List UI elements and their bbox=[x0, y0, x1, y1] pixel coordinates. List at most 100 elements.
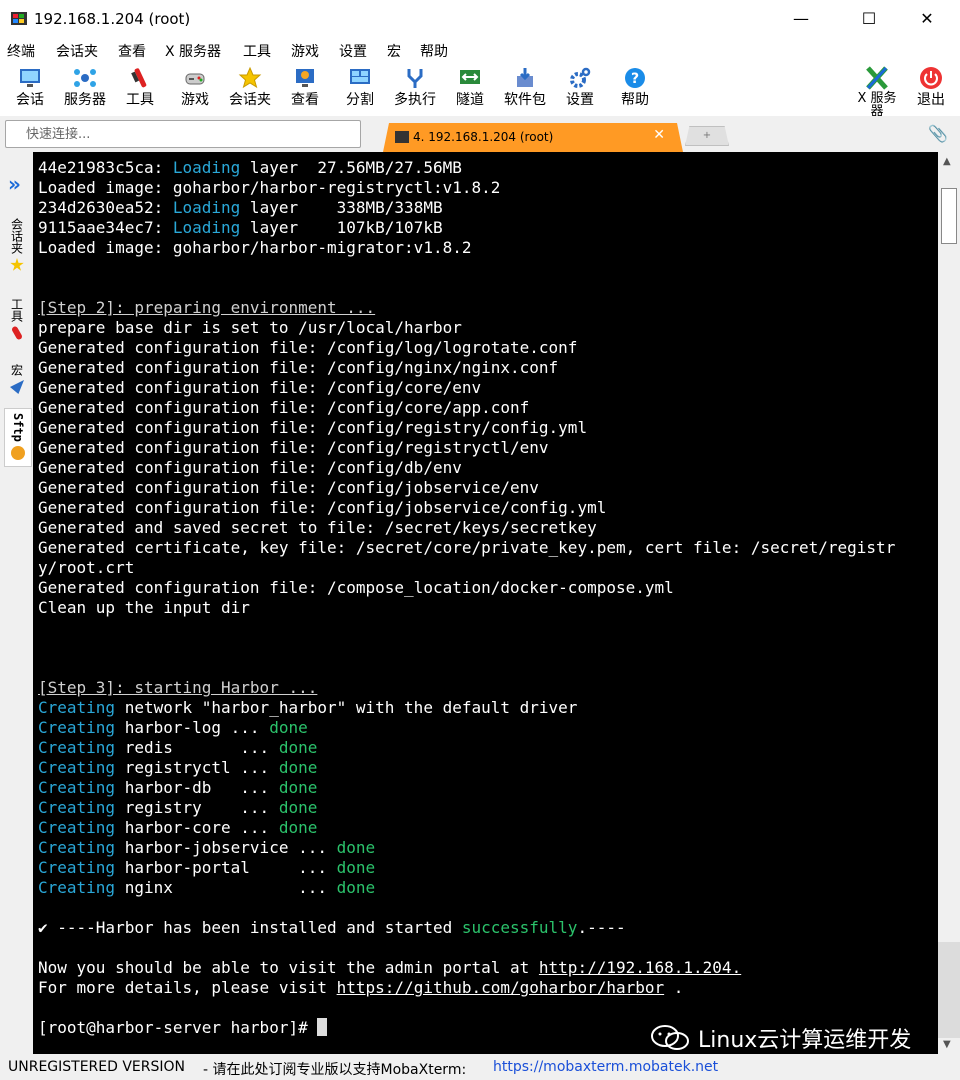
split-button[interactable]: 分割 bbox=[333, 66, 387, 108]
minimize-button[interactable]: — bbox=[778, 0, 824, 38]
favorites-button[interactable]: 会话夹 bbox=[223, 66, 277, 108]
x-server-icon bbox=[866, 66, 888, 90]
settings-button[interactable]: 设置 bbox=[553, 66, 607, 108]
tools-button[interactable]: 工具 bbox=[113, 66, 167, 108]
menu-terminal[interactable]: 终端 bbox=[7, 41, 35, 61]
servers-button[interactable]: 服务器 bbox=[58, 66, 112, 108]
terminal-line: Creating harbor-log ... done bbox=[38, 718, 308, 737]
terminal-line: Generated configuration file: /config/jo… bbox=[38, 478, 539, 497]
scrollbar-thumb[interactable] bbox=[941, 188, 957, 244]
tab-row: 4. 192.168.1.204 (root) ✕ + bbox=[0, 116, 960, 152]
step3-heading: [Step 3]: starting Harbor ... bbox=[38, 678, 318, 697]
close-window-button[interactable]: ✕ bbox=[904, 0, 950, 38]
new-tab-button[interactable]: + bbox=[685, 126, 729, 146]
terminal-line: Generated configuration file: /config/re… bbox=[38, 418, 588, 437]
servers-label: 服务器 bbox=[64, 92, 106, 108]
tab-session-4[interactable]: 4. 192.168.1.204 (root) ✕ bbox=[383, 123, 683, 152]
unregistered-label: UNREGISTERED VERSION bbox=[8, 1059, 186, 1075]
title-bar: 192.168.1.204 (root) — ☐ ✕ bbox=[0, 0, 960, 38]
window-title: 192.168.1.204 (root) bbox=[34, 10, 191, 28]
help-icon: ? bbox=[625, 68, 645, 88]
tab-close-icon[interactable]: ✕ bbox=[653, 127, 665, 143]
terminal-cursor bbox=[317, 1018, 328, 1036]
exit-label: 退出 bbox=[917, 92, 945, 108]
quick-connect-input[interactable] bbox=[6, 121, 348, 147]
terminal-line: 9115aae34ec7: Loading layer 107kB/107kB bbox=[38, 218, 443, 237]
menu-xserver[interactable]: X 服务器 bbox=[165, 41, 221, 61]
toolbar: 会话 服务器 工具 游戏 会话夹 查看 分割 多执行 隧道 软件包 设置 ? 帮… bbox=[0, 62, 960, 118]
sidebar-tab-favorites[interactable]: 会话夹 bbox=[4, 218, 30, 272]
package-icon bbox=[517, 68, 533, 87]
watermark: Linux云计算运维开发 bbox=[650, 1020, 940, 1054]
view-button[interactable]: 查看 bbox=[278, 66, 332, 108]
admin-portal-link[interactable]: http://192.168.1.204. bbox=[539, 958, 741, 977]
terminal-line: Generated configuration file: /config/db… bbox=[38, 458, 462, 477]
menu-settings[interactable]: 设置 bbox=[339, 41, 367, 61]
sidebar-tab-tools-label: 工具 bbox=[9, 298, 24, 322]
gamepad-icon bbox=[185, 73, 205, 85]
tunneling-button[interactable]: 隧道 bbox=[443, 66, 497, 108]
exit-button[interactable]: 退出 bbox=[904, 66, 958, 108]
menu-tools[interactable]: 工具 bbox=[243, 41, 271, 61]
left-sidebar: » 会话夹 工具 宏 Sftp bbox=[0, 152, 34, 1054]
terminal-line: Generated configuration file: /config/co… bbox=[38, 378, 482, 397]
subscribe-message: - 请在此处订阅专业版以支持MobaXterm: bbox=[203, 1062, 467, 1078]
step2-heading: [Step 2]: preparing environment ... bbox=[38, 298, 376, 317]
split-icon bbox=[350, 69, 370, 84]
terminal-line: Creating harbor-core ... done bbox=[38, 818, 318, 837]
watermark-text: Linux云计算运维开发 bbox=[698, 1028, 912, 1053]
session-button[interactable]: 会话 bbox=[3, 66, 57, 108]
terminal-line: Creating harbor-db ... done bbox=[38, 778, 318, 797]
terminal-line: Generated configuration file: /config/lo… bbox=[38, 338, 578, 357]
terminal-line: For more details, please visit https://g… bbox=[38, 978, 684, 997]
tools-icon bbox=[10, 325, 24, 341]
sftp-icon bbox=[11, 445, 25, 460]
mobaxterm-link[interactable]: https://mobaxterm.mobatek.net bbox=[493, 1059, 718, 1075]
quick-connect bbox=[5, 120, 361, 148]
xserver-button[interactable]: X 服务 器 bbox=[849, 66, 905, 118]
terminal-line: Generated configuration file: /config/re… bbox=[38, 438, 549, 457]
menu-help[interactable]: 帮助 bbox=[420, 41, 448, 61]
terminal-prompt: [root@harbor-server harbor]# bbox=[38, 1018, 328, 1038]
terminal-line: Generated configuration file: /config/ng… bbox=[38, 358, 559, 377]
scroll-down-icon[interactable]: ▼ bbox=[943, 1039, 951, 1050]
terminal-line: y/root.crt bbox=[38, 558, 135, 577]
sidebar-expand-icon[interactable]: » bbox=[8, 172, 21, 196]
menu-bar: 终端 会话夹 查看 X 服务器 工具 游戏 设置 宏 帮助 bbox=[0, 38, 960, 62]
scroll-up-icon[interactable]: ▲ bbox=[943, 156, 951, 167]
menu-view[interactable]: 查看 bbox=[118, 41, 146, 61]
terminal-line: Loaded image: goharbor/harbor-registryct… bbox=[38, 178, 501, 197]
terminal-line: 234d2630ea52: Loading layer 338MB/338MB bbox=[38, 198, 443, 217]
terminal-line: Loaded image: goharbor/harbor-migrator:v… bbox=[38, 238, 472, 257]
help-button[interactable]: ? 帮助 bbox=[608, 66, 662, 108]
scrollbar-track-lower bbox=[938, 942, 960, 1038]
sidebar-tab-sftp[interactable]: Sftp bbox=[4, 408, 32, 467]
tunneling-label: 隧道 bbox=[456, 92, 484, 108]
mobaxterm-app-icon bbox=[11, 12, 27, 25]
paper-plane-icon bbox=[10, 380, 24, 394]
terminal-scrollbar[interactable]: ▲ ▼ bbox=[938, 152, 960, 1054]
maximize-button[interactable]: ☐ bbox=[846, 0, 892, 38]
sidebar-tab-macros[interactable]: 宏 bbox=[4, 364, 30, 394]
tools-icon bbox=[131, 68, 147, 88]
packages-button[interactable]: 软件包 bbox=[498, 66, 552, 108]
multiexec-button[interactable]: 多执行 bbox=[388, 66, 442, 108]
view-label: 查看 bbox=[291, 92, 319, 108]
terminal-tab-icon bbox=[395, 131, 409, 143]
terminal-line: Creating harbor-jobservice ... done bbox=[38, 838, 376, 857]
github-link[interactable]: https://github.com/goharbor/harbor bbox=[337, 978, 665, 997]
terminal-line: prepare base dir is set to /usr/local/ha… bbox=[38, 318, 462, 337]
terminal-view[interactable]: 44e21983c5ca: Loading layer 27.56MB/27.5… bbox=[33, 152, 938, 1054]
status-bar: UNREGISTERED VERSION - 请在此处订阅专业版以支持MobaX… bbox=[0, 1054, 960, 1080]
games-button[interactable]: 游戏 bbox=[168, 66, 222, 108]
sidebar-tab-sftp-label: Sftp bbox=[11, 413, 25, 442]
favorites-label: 会话夹 bbox=[229, 92, 271, 108]
menu-macros[interactable]: 宏 bbox=[387, 41, 401, 61]
terminal-line: Creating registryctl ... done bbox=[38, 758, 318, 777]
terminal-line: Generated and saved secret to file: /sec… bbox=[38, 518, 597, 537]
menu-sessions[interactable]: 会话夹 bbox=[56, 41, 98, 61]
menu-games[interactable]: 游戏 bbox=[291, 41, 319, 61]
paperclip-icon[interactable]: 📎 bbox=[928, 124, 948, 143]
sidebar-tab-tools[interactable]: 工具 bbox=[4, 298, 30, 341]
terminal-line: Now you should be able to visit the admi… bbox=[38, 958, 742, 977]
